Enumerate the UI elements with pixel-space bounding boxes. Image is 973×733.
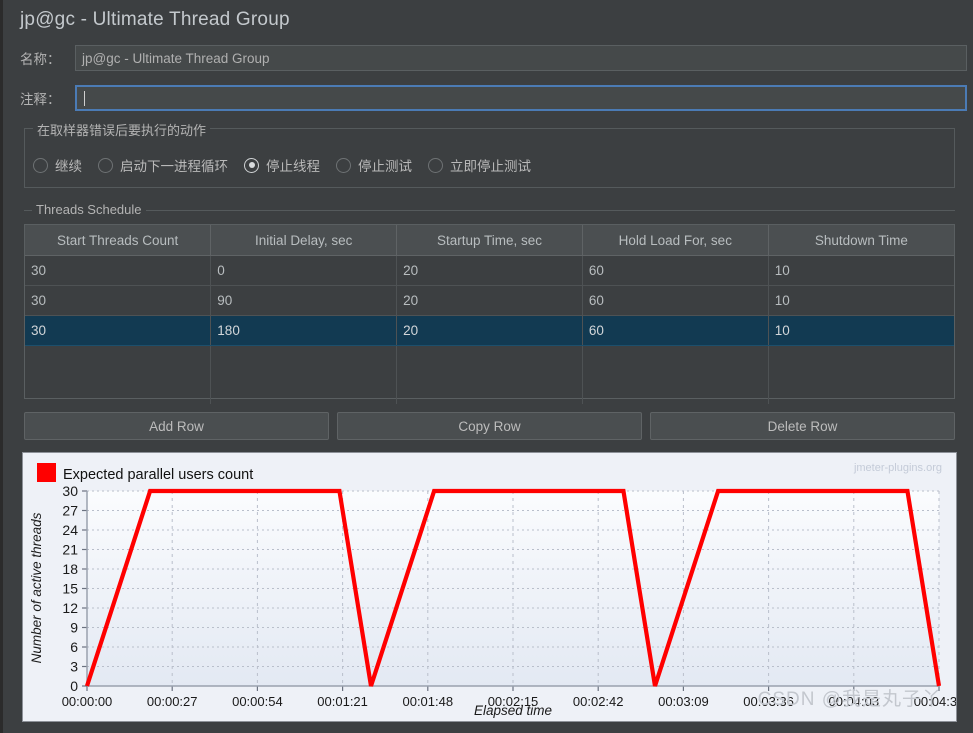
column-header-hold-load-for[interactable]: Hold Load For, sec	[582, 225, 769, 256]
name-input[interactable]: jp@gc - Ultimate Thread Group	[75, 45, 967, 71]
copy-row-button[interactable]: Copy Row	[337, 412, 642, 440]
svg-text:00:00:00: 00:00:00	[62, 694, 113, 709]
cell-start-threads-count[interactable]: 30	[25, 315, 212, 346]
comment-label: 注释：	[20, 92, 61, 107]
radio-label: 启动下一进程循环	[120, 159, 228, 174]
column-header-initial-delay[interactable]: Initial Delay, sec	[210, 225, 398, 256]
table-actions: Add Row Copy Row Delete Row	[24, 412, 955, 440]
cell-initial-delay[interactable]: 0	[210, 255, 398, 286]
table-row-empty[interactable]	[25, 375, 954, 404]
cell-shutdown-time[interactable]: 10	[768, 315, 954, 346]
radio-stop-test-now[interactable]: 立即停止测试	[428, 155, 531, 175]
svg-text:30: 30	[62, 483, 78, 499]
comment-input[interactable]	[75, 85, 967, 111]
svg-text:0: 0	[70, 678, 78, 694]
cell-startup-time[interactable]: 20	[396, 255, 583, 286]
radio-start-next-loop[interactable]: 启动下一进程循环	[98, 155, 228, 175]
cell-shutdown-time[interactable]: 10	[768, 255, 954, 286]
plugin-watermark: jmeter-plugins.org	[853, 462, 942, 474]
cell-shutdown-time[interactable]: 10	[768, 285, 954, 316]
error-action-radio-group: 继续 启动下一进程循环 停止线程 停止测试 立即停止测试	[33, 155, 547, 175]
cell-start-threads-count[interactable]: 30	[25, 255, 212, 286]
svg-text:00:03:09: 00:03:09	[658, 694, 709, 709]
chart-x-axis-label: Elapsed time	[474, 703, 552, 718]
chart-svg: Expected parallel users count jmeter-plu…	[23, 453, 956, 721]
add-row-button[interactable]: Add Row	[24, 412, 329, 440]
svg-text:00:00:27: 00:00:27	[147, 694, 198, 709]
cell-startup-time[interactable]: 20	[396, 285, 583, 316]
radio-label: 继续	[55, 159, 82, 174]
cell-initial-delay[interactable]: 180	[210, 315, 398, 346]
svg-text:00:04:30: 00:04:30	[914, 694, 956, 709]
svg-text:21: 21	[62, 542, 78, 558]
radio-label: 立即停止测试	[450, 159, 531, 174]
text-caret	[84, 90, 85, 106]
window-titlebar: jp@gc - Ultimate Thread Group	[3, 0, 973, 40]
radio-icon	[336, 157, 351, 173]
table-row[interactable]: 30 0 20 60 10	[25, 255, 954, 286]
legend-swatch	[37, 463, 56, 482]
svg-text:3: 3	[70, 659, 78, 675]
svg-text:00:01:21: 00:01:21	[317, 694, 368, 709]
svg-text:6: 6	[70, 639, 78, 655]
cell-startup-time[interactable]: 20	[396, 315, 583, 346]
threads-schedule-legend: Threads Schedule	[32, 202, 146, 217]
radio-continue[interactable]: 继续	[33, 155, 82, 175]
name-label: 名称：	[20, 52, 61, 67]
page-title: jp@gc - Ultimate Thread Group	[20, 9, 290, 30]
radio-stop-test[interactable]: 停止测试	[336, 155, 412, 175]
name-input-value: jp@gc - Ultimate Thread Group	[82, 50, 270, 66]
column-header-shutdown-time[interactable]: Shutdown Time	[768, 225, 954, 256]
svg-text:18: 18	[62, 561, 78, 577]
radio-icon-selected	[244, 157, 259, 173]
delete-row-button[interactable]: Delete Row	[650, 412, 955, 440]
cell-hold-load-for[interactable]: 60	[582, 285, 769, 316]
threads-schedule-table[interactable]: Start Threads Count Initial Delay, sec S…	[24, 224, 955, 404]
svg-text:00:00:54: 00:00:54	[232, 694, 283, 709]
svg-text:12: 12	[62, 600, 78, 616]
cell-hold-load-for[interactable]: 60	[582, 315, 769, 346]
table-row-empty[interactable]	[25, 345, 954, 375]
name-field-row: 名称： jp@gc - Ultimate Thread Group	[3, 44, 973, 72]
radio-icon	[428, 157, 443, 173]
svg-text:00:04:03: 00:04:03	[828, 694, 879, 709]
legend-label: Expected parallel users count	[63, 467, 253, 483]
svg-text:24: 24	[62, 522, 78, 538]
chart-y-axis-label: Number of active threads	[29, 512, 44, 663]
svg-text:00:02:42: 00:02:42	[573, 694, 624, 709]
svg-text:15: 15	[62, 581, 78, 597]
radio-icon	[33, 157, 48, 173]
radio-label: 停止测试	[358, 159, 412, 174]
table-header-row: Start Threads Count Initial Delay, sec S…	[25, 225, 954, 256]
comment-field-row: 注释：	[3, 84, 973, 112]
svg-text:27: 27	[62, 503, 78, 519]
radio-stop-thread[interactable]: 停止线程	[244, 155, 320, 175]
column-header-start-threads-count[interactable]: Start Threads Count	[25, 225, 212, 256]
table-row-selected[interactable]: 30 180 20 60 10	[25, 315, 954, 346]
column-header-startup-time[interactable]: Startup Time, sec	[396, 225, 583, 256]
cell-hold-load-for[interactable]: 60	[582, 255, 769, 286]
error-action-legend: 在取样器错误后要执行的动作	[33, 120, 211, 139]
svg-text:00:03:36: 00:03:36	[743, 694, 794, 709]
table-row[interactable]: 30 90 20 60 10	[25, 285, 954, 316]
expected-threads-chart[interactable]: Expected parallel users count jmeter-plu…	[22, 452, 957, 722]
radio-icon	[98, 157, 113, 173]
cell-initial-delay[interactable]: 90	[210, 285, 398, 316]
radio-label: 停止线程	[266, 159, 320, 174]
ultimate-thread-group-window: jp@gc - Ultimate Thread Group 名称： jp@gc …	[0, 0, 973, 733]
svg-text:9: 9	[70, 620, 78, 636]
svg-text:00:01:48: 00:01:48	[402, 694, 453, 709]
cell-start-threads-count[interactable]: 30	[25, 285, 212, 316]
